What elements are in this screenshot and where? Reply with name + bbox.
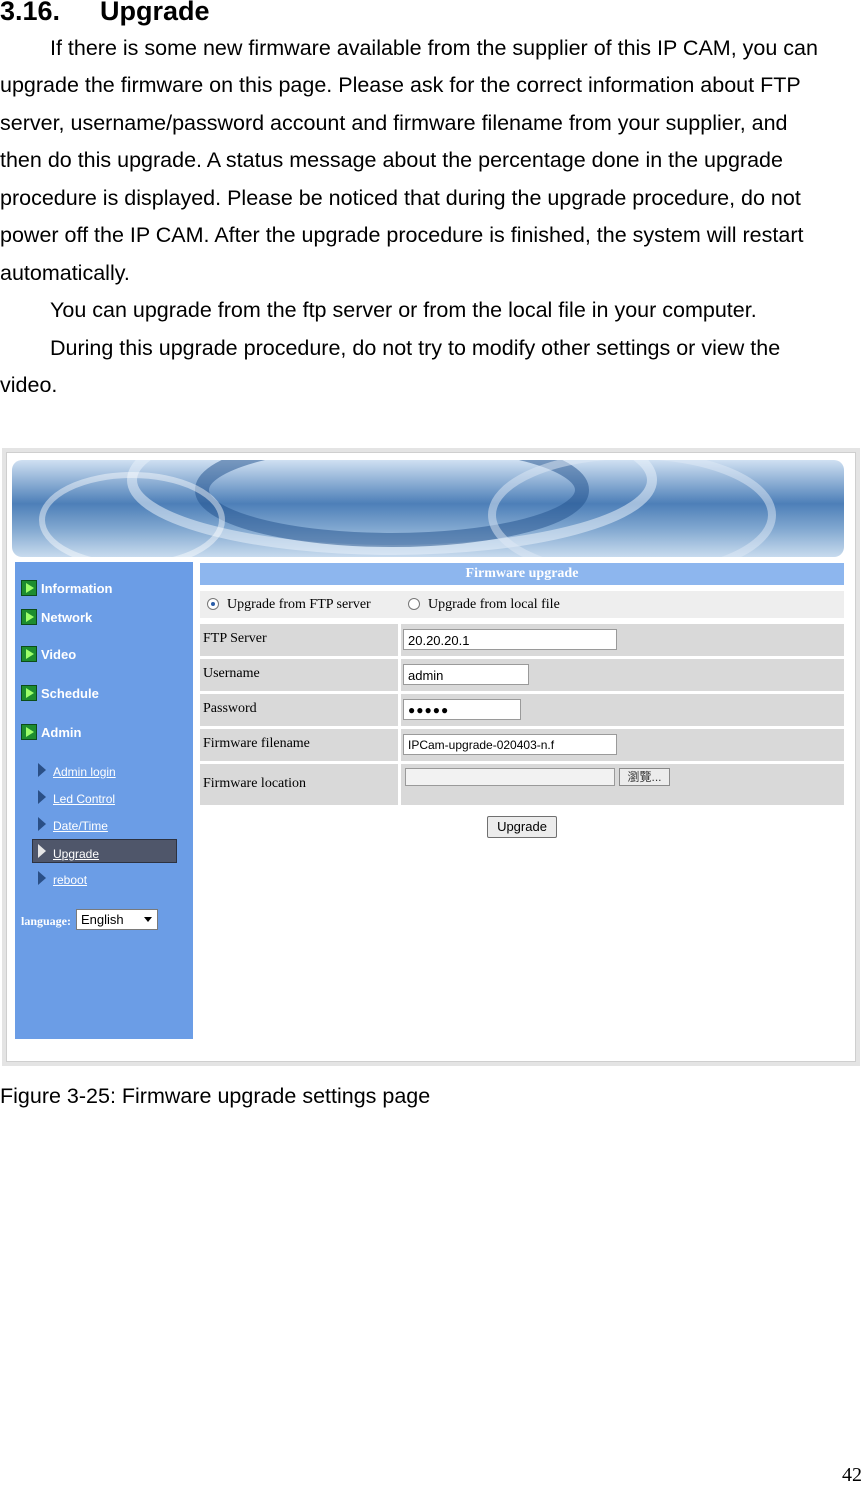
ftp-server-input[interactable]: 20.20.20.1 [403, 629, 617, 650]
password-label: Password [200, 694, 398, 726]
sidebar-item-label: Information [41, 581, 113, 596]
firmware-location-input[interactable] [405, 768, 615, 786]
paragraph-line: then do this upgrade. A status message a… [0, 148, 783, 172]
arrow-icon [38, 790, 46, 804]
ftp-server-label: FTP Server [200, 624, 398, 656]
play-icon [21, 609, 37, 625]
language-select[interactable]: English [76, 909, 158, 930]
subitem-label: Upgrade [53, 847, 100, 861]
arrow-icon [38, 763, 46, 777]
arrow-icon [38, 844, 46, 858]
sidebar-item-label: Video [41, 647, 77, 662]
sidebar-subitem-upgrade[interactable]: Upgrade [32, 839, 177, 863]
paragraph-line: During this upgrade procedure, do not tr… [50, 336, 781, 360]
arrow-icon [38, 871, 46, 885]
radio-ftp-label: Upgrade from FTP server [227, 597, 371, 612]
username-label: Username [200, 659, 398, 691]
figure-caption: Figure 3-25: Firmware upgrade settings p… [0, 1084, 431, 1108]
chevron-down-icon [144, 917, 152, 922]
sidebar-item-label: Network [41, 610, 93, 625]
radio-local[interactable] [408, 598, 420, 610]
firmware-location-label: Firmware location [200, 764, 398, 805]
page-number: 42 [842, 1464, 862, 1486]
language-label: language: [21, 914, 72, 928]
username-input[interactable]: admin [403, 664, 529, 685]
play-icon [21, 724, 37, 740]
section-title: Upgrade [100, 0, 210, 26]
subitem-label: Date/Time [53, 819, 108, 833]
subitem-label: reboot [53, 873, 88, 887]
upgrade-button[interactable]: Upgrade [487, 816, 557, 838]
radio-ftp[interactable] [207, 598, 219, 610]
browse-button[interactable]: 瀏覽... [619, 768, 670, 786]
paragraph-line: automatically. [0, 261, 130, 285]
section-heading: 3.16. Upgrade [0, 0, 210, 27]
arrow-icon [38, 817, 46, 831]
sidebar-item-label: Admin [41, 725, 82, 740]
paragraph-line: video. [0, 373, 58, 397]
firmware-filename-label: Firmware filename [200, 729, 398, 761]
paragraph-line: power off the IP CAM. After the upgrade … [0, 223, 804, 247]
paragraph-line: server, username/password account and fi… [0, 111, 788, 135]
play-icon [21, 646, 37, 662]
language-value: English [81, 912, 124, 927]
header-banner [12, 460, 844, 557]
banner-graphic [39, 460, 776, 557]
sidebar-item-label: Schedule [41, 686, 99, 701]
paragraph-line: If there is some new firmware available … [50, 36, 818, 60]
play-icon [21, 685, 37, 701]
panel-title: Firmware upgrade [200, 563, 844, 585]
subitem-label: Admin login [53, 765, 116, 779]
firmware-filename-input[interactable]: IPCam-upgrade-020403-n.f [403, 734, 617, 755]
paragraph-line: upgrade the firmware on this page. Pleas… [0, 73, 801, 97]
section-number: 3.16. [0, 0, 61, 26]
password-input[interactable]: ●●●●● [403, 699, 521, 720]
paragraph-line: You can upgrade from the ftp server or f… [50, 298, 757, 322]
radio-local-label: Upgrade from local file [428, 597, 560, 612]
play-icon [21, 580, 37, 596]
paragraph-line: procedure is displayed. Please be notice… [0, 186, 801, 210]
subitem-label: Led Control [53, 792, 116, 806]
